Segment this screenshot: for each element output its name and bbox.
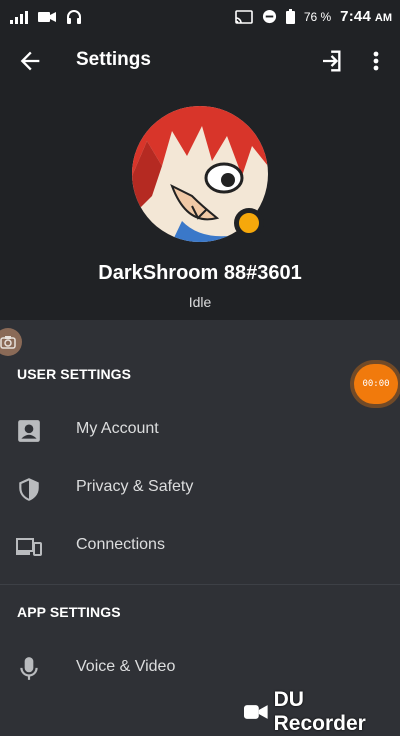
- profile-header: DarkShroom 88#3601 Idle: [0, 86, 400, 320]
- do-not-disturb-icon: [262, 9, 276, 24]
- section-header-app-settings: APP SETTINGS: [17, 604, 121, 620]
- status-bar-left: [10, 9, 82, 25]
- logout-icon[interactable]: [316, 47, 344, 75]
- section-header-user-settings: USER SETTINGS: [17, 366, 132, 382]
- shield-icon: [19, 478, 39, 501]
- clock-suffix: AM: [374, 12, 392, 24]
- screen-record-bubble[interactable]: 00:00: [354, 364, 398, 404]
- account-icon: [18, 420, 40, 442]
- settings-item-label: Voice & Video: [76, 658, 176, 675]
- battery-icon: [285, 9, 295, 24]
- headset-icon: [67, 10, 81, 24]
- app-bar: Settings: [0, 34, 400, 86]
- camera-bubble[interactable]: [0, 328, 22, 356]
- clock-time: 7:44: [340, 8, 371, 25]
- avatar-container[interactable]: [132, 106, 268, 242]
- microphone-icon: [20, 657, 38, 680]
- settings-item-privacy-safety[interactable]: Privacy & Safety: [0, 460, 400, 516]
- recorder-watermark: DU Recorder: [244, 688, 400, 736]
- camera-icon: [0, 336, 16, 349]
- cast-icon: [235, 9, 253, 24]
- settings-item-label: Connections: [76, 536, 165, 553]
- idle-status-indicator: [234, 208, 264, 238]
- battery-percent: 76 %: [303, 9, 332, 24]
- clock: 7:44 AM: [340, 8, 392, 25]
- video-icon: [38, 12, 56, 22]
- devices-icon: [16, 538, 42, 556]
- back-arrow-icon[interactable]: [16, 47, 44, 75]
- overflow-menu-icon[interactable]: [366, 47, 386, 75]
- settings-item-connections[interactable]: Connections: [0, 518, 400, 574]
- status-bar: 76 % 7:44 AM: [0, 0, 400, 34]
- username: DarkShroom 88#3601: [98, 262, 302, 284]
- video-camera-icon: [244, 705, 268, 719]
- settings-item-label: Privacy & Safety: [76, 478, 194, 495]
- signal-icon: [10, 11, 28, 24]
- recorder-brand-label: DU Recorder: [273, 688, 366, 735]
- status-bar-right: 76 % 7:44 AM: [235, 8, 392, 25]
- settings-item-my-account[interactable]: My Account: [0, 402, 400, 458]
- settings-item-label: My Account: [76, 420, 159, 437]
- section-divider: [0, 584, 400, 585]
- user-status[interactable]: Idle: [0, 294, 400, 310]
- page-title: Settings: [76, 49, 151, 70]
- record-timer: 00:00: [362, 379, 390, 389]
